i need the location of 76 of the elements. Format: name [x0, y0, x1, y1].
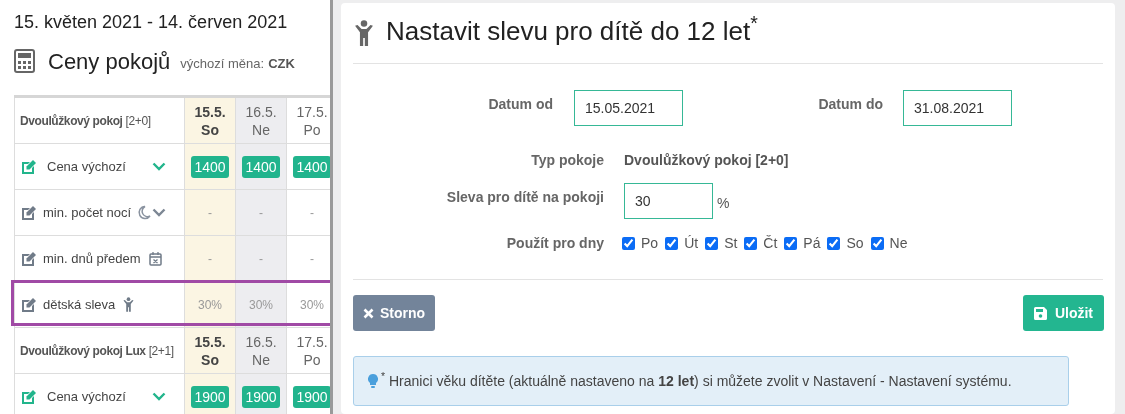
price-badge[interactable]: 1900 — [242, 385, 280, 408]
discount-field[interactable]: 30 — [624, 183, 713, 219]
date-to-field[interactable]: 31.08.2021 — [903, 90, 1012, 126]
currency-code: CZK — [268, 54, 295, 73]
table-cell-text: - — [310, 204, 314, 222]
date-range-heading: 15. květen 2021 - 14. červen 2021 — [14, 11, 289, 34]
table-cell-text: 30% — [249, 296, 273, 314]
table-cell-text: - — [259, 250, 263, 268]
edit-icon[interactable] — [21, 251, 37, 266]
checkbox[interactable] — [870, 237, 884, 250]
save-icon — [1033, 306, 1047, 320]
row-label: dětská sleva — [43, 295, 116, 314]
row-label: Cena výchozí — [47, 157, 126, 176]
price-badge[interactable]: 1900 — [191, 385, 229, 408]
row-label: Cena výchozí — [47, 387, 126, 406]
table-cell-text: - — [208, 250, 212, 268]
checkbox-label: So — [846, 234, 864, 253]
cancel-button[interactable]: Storno — [353, 295, 436, 331]
field-label: Použít pro dny — [505, 234, 604, 253]
field-label: Sleva pro dítě na pokoji — [445, 188, 604, 207]
calculator-icon — [14, 49, 35, 73]
room-type-value: Dvoulůžkový pokoj [2+0] — [624, 151, 789, 170]
table-cell-text: 30% — [198, 296, 222, 314]
checkbox-label: St — [724, 234, 738, 253]
child-icon — [354, 20, 374, 46]
date-from-field[interactable]: 15.05.2021 — [574, 90, 683, 126]
table-cell-text: - — [310, 250, 314, 268]
price-badge[interactable]: 1400 — [191, 155, 229, 178]
checkbox[interactable] — [784, 237, 798, 250]
date-header-cell: 15.5. So — [185, 98, 236, 143]
edit-icon[interactable] — [21, 159, 37, 174]
chevron-down-icon[interactable] — [152, 162, 166, 171]
checkbox-label: Po — [641, 234, 659, 253]
room-name: Dvoulůžkový pokoj Lux — [20, 342, 146, 360]
table-cell-text: - — [208, 204, 212, 222]
checkbox-label: Čt — [763, 234, 778, 253]
close-icon — [363, 307, 374, 319]
table-cell-text: 30% — [300, 296, 324, 314]
field-label: Datum do — [817, 95, 883, 114]
lightbulb-icon — [368, 374, 378, 388]
dialog-title: Nastavit slevu pro dítě do 12 let$^{*}$ — [386, 12, 758, 48]
moon-icon — [137, 205, 152, 220]
save-button[interactable]: Uložit — [1022, 295, 1104, 331]
room-capacity: [2+1] — [148, 342, 174, 360]
calendar-x-icon — [148, 251, 162, 266]
price-badge[interactable]: 1400 — [242, 155, 280, 178]
row-label: min. počet nocí — [43, 203, 132, 222]
chevron-down-icon[interactable] — [152, 208, 166, 217]
room-capacity: [2+0] — [125, 112, 151, 130]
checkbox[interactable] — [705, 237, 719, 250]
currency-label: výchozí měna: — [180, 54, 265, 73]
checkbox[interactable] — [665, 237, 679, 250]
checkbox[interactable] — [744, 237, 758, 250]
field-label: Datum od — [487, 95, 553, 114]
section-title: Ceny pokojů — [48, 48, 171, 76]
checkbox[interactable] — [622, 237, 635, 250]
field-label: Typ pokoje — [530, 151, 604, 170]
chevron-down-icon[interactable] — [152, 392, 166, 401]
date-header-cell: 15.5. So — [185, 328, 236, 373]
date-header-cell: 16.5. Ne — [236, 98, 287, 143]
edit-icon[interactable] — [21, 389, 37, 404]
child-icon — [123, 297, 135, 312]
price-badge[interactable]: 1400 — [293, 155, 330, 178]
info-text: $^{*}$ Hranici věku dítěte (aktuálně nastaveno na 12 let) si můžete zvolit v Nastavení - Nastavení systému. — [381, 370, 1012, 391]
price-badge[interactable]: 1900 — [293, 385, 330, 408]
edit-icon[interactable] — [21, 205, 37, 220]
date-header-cell: 16.5. Ne — [236, 328, 287, 373]
checkbox-label: Ne — [889, 234, 908, 253]
checkbox-label: Pá — [803, 234, 821, 253]
row-label: min. dnů předem — [43, 249, 141, 268]
checkbox[interactable] — [827, 237, 841, 250]
table-cell-text: - — [259, 204, 263, 222]
room-name: Dvoulůžkový pokoj — [20, 112, 123, 130]
checkbox-label: Út — [684, 234, 699, 253]
edit-icon[interactable] — [21, 297, 37, 312]
unit-label: % — [717, 194, 730, 213]
